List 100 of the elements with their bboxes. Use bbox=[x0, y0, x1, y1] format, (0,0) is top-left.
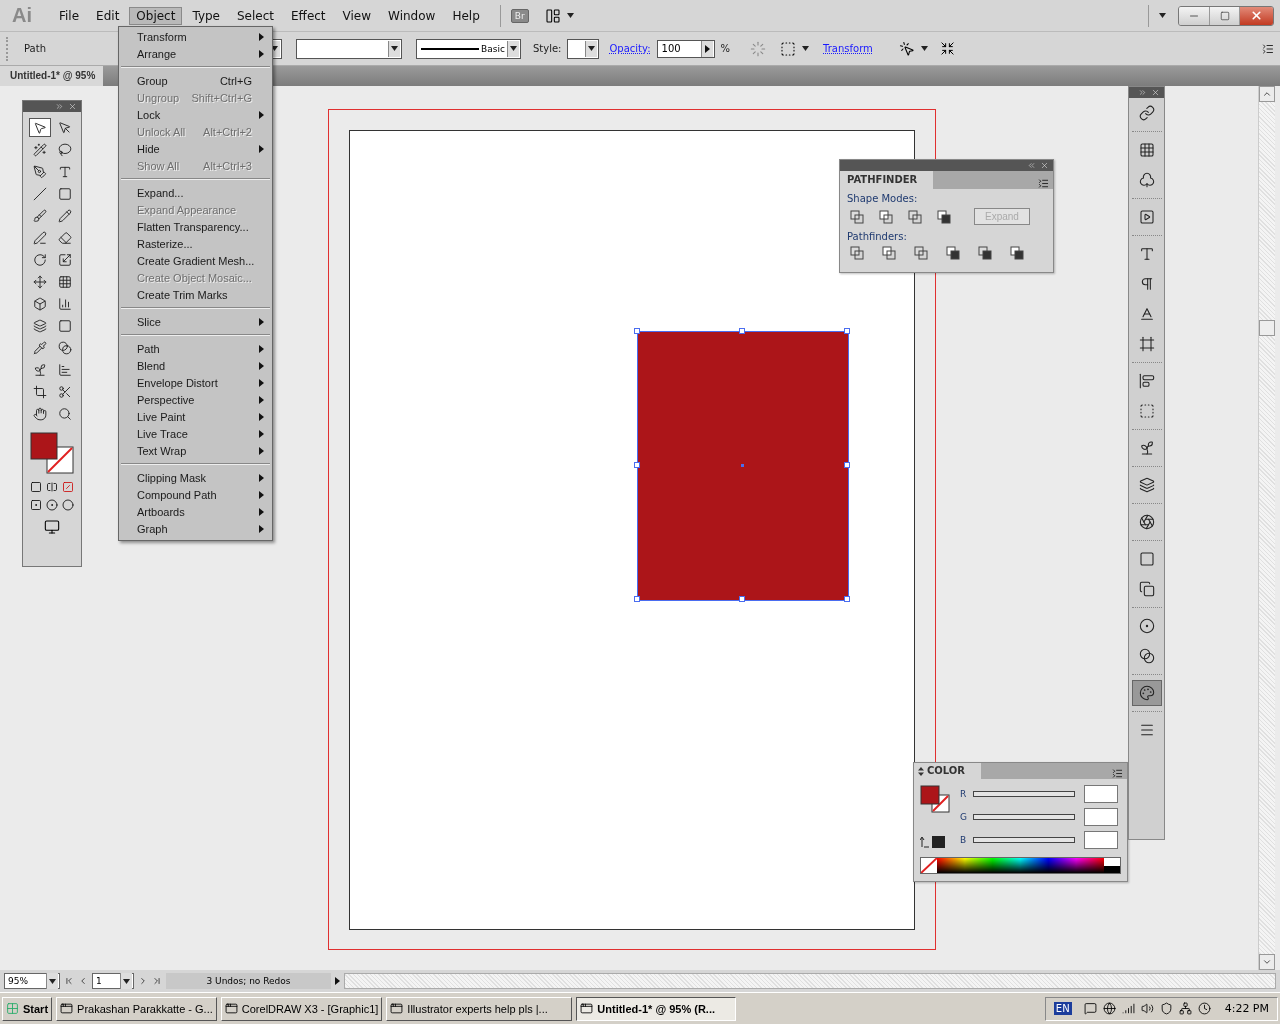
menu-item[interactable]: Edit bbox=[89, 6, 127, 25]
opacity-link[interactable]: Opacity: bbox=[609, 43, 651, 54]
notification-icon bbox=[1083, 1002, 1097, 1015]
selection-handle[interactable] bbox=[739, 596, 745, 602]
menu-entry[interactable]: Expand... bbox=[119, 184, 272, 201]
menu-entry[interactable]: Text Wrap bbox=[119, 442, 272, 459]
taskbar-button[interactable]: Untitled-1* @ 95% (R... bbox=[576, 996, 737, 1021]
menu-entry[interactable]: Arrange bbox=[119, 45, 272, 62]
blend-icon bbox=[57, 340, 72, 355]
selection-handle[interactable] bbox=[844, 596, 850, 602]
hand-icon bbox=[32, 406, 47, 421]
dock-button[interactable] bbox=[1131, 680, 1162, 706]
menu-entry[interactable]: Hide bbox=[119, 140, 272, 157]
selection-handle[interactable] bbox=[844, 462, 850, 468]
menu-item[interactable]: View bbox=[335, 6, 379, 25]
menu-entry[interactable]: Live Trace bbox=[119, 425, 272, 442]
menu-item[interactable]: Select bbox=[230, 6, 282, 25]
panel-tab[interactable]: PATHFINDER bbox=[840, 171, 934, 189]
tool-button[interactable] bbox=[28, 118, 51, 137]
menu-entry[interactable]: Rasterize... bbox=[119, 235, 272, 252]
next-artboard-icon bbox=[138, 976, 148, 986]
menu-entry[interactable]: Flatten Transparency... bbox=[119, 218, 272, 235]
fill-stroke-swatches-icon[interactable] bbox=[920, 785, 950, 813]
overlapping-squares-icon[interactable] bbox=[879, 209, 893, 224]
brush-icon bbox=[32, 208, 47, 223]
menu-item[interactable]: Window bbox=[381, 6, 443, 25]
zoom-icon bbox=[57, 406, 72, 421]
menu-entry[interactable]: Compound Path bbox=[119, 486, 272, 503]
overlapping-squares-icon[interactable] bbox=[937, 209, 951, 224]
channel-field[interactable] bbox=[1084, 808, 1118, 826]
last-color-swatch-icon[interactable] bbox=[920, 835, 946, 849]
eyedropper-icon bbox=[32, 340, 47, 355]
minimize-button[interactable] bbox=[1179, 6, 1209, 25]
taskbar-button[interactable]: Illustrator experts help pls |... bbox=[386, 996, 573, 1021]
app-icon bbox=[390, 1002, 404, 1015]
document-tab[interactable]: Untitled-1* @ 95% bbox=[0, 66, 104, 86]
menu-item[interactable]: File bbox=[52, 6, 87, 25]
panel-menu-icon bbox=[1112, 768, 1123, 779]
section-label: Shape Modes: bbox=[846, 192, 919, 204]
overlapping-squares-icon[interactable] bbox=[882, 246, 896, 260]
channel-field[interactable] bbox=[1084, 785, 1118, 803]
close-button[interactable] bbox=[1239, 6, 1273, 25]
selection-handle[interactable] bbox=[634, 596, 640, 602]
opacity-field[interactable]: 100 bbox=[656, 39, 715, 58]
zoom-field[interactable]: 95% bbox=[4, 973, 60, 989]
selection-handle[interactable] bbox=[634, 328, 640, 334]
artboard-icon bbox=[32, 384, 47, 399]
transform-link[interactable]: Transform bbox=[823, 43, 873, 54]
channel-field[interactable] bbox=[1084, 831, 1118, 849]
play-icon bbox=[1138, 209, 1155, 225]
selection-arrow-icon bbox=[32, 120, 47, 135]
menu-entry[interactable]: Artboards bbox=[119, 503, 272, 520]
artboard-field[interactable]: 1 bbox=[92, 973, 134, 989]
globe-icon bbox=[1102, 1002, 1116, 1015]
menu-item[interactable]: Object bbox=[129, 6, 183, 25]
menu-item[interactable]: Effect bbox=[284, 6, 333, 25]
none-swatch-icon[interactable] bbox=[921, 858, 937, 873]
fill-mode-icon bbox=[30, 481, 42, 493]
overlapping-squares-icon[interactable] bbox=[946, 246, 960, 260]
overlapping-squares-icon[interactable] bbox=[978, 246, 992, 260]
menu-entry[interactable]: Blend bbox=[119, 357, 272, 374]
app-icon bbox=[224, 1002, 238, 1015]
color-spectrum[interactable] bbox=[920, 857, 1121, 874]
selection-label: Path bbox=[24, 43, 46, 54]
scroll-thumb[interactable] bbox=[1259, 320, 1275, 336]
start-button[interactable]: Start bbox=[2, 996, 53, 1021]
maximize-button[interactable] bbox=[1209, 6, 1239, 25]
menu-item[interactable]: Type bbox=[185, 6, 227, 25]
selection-handle[interactable] bbox=[844, 328, 850, 334]
fill-stroke-swatches-icon[interactable] bbox=[29, 431, 75, 475]
menu-entry[interactable]: Group Ctrl+G bbox=[119, 72, 272, 89]
menu-entry[interactable]: Graph bbox=[119, 520, 272, 537]
menu-entry[interactable]: Slice bbox=[119, 313, 272, 330]
expand-arrows-icon[interactable] bbox=[918, 766, 924, 776]
stroke-profile-dropdown[interactable]: Basic bbox=[415, 38, 521, 59]
stroke-weight-dropdown[interactable] bbox=[295, 38, 402, 59]
selection-handle[interactable] bbox=[739, 328, 745, 334]
menu-entry[interactable]: Live Paint bbox=[119, 408, 272, 425]
vertical-scrollbar[interactable] bbox=[1258, 86, 1275, 970]
channel-label: G bbox=[960, 812, 968, 822]
menu-entry[interactable]: Perspective bbox=[119, 391, 272, 408]
taskbar-button[interactable]: Prakashan Parakkatte - G... bbox=[56, 996, 217, 1021]
horizontal-scrollbar[interactable] bbox=[344, 973, 1276, 989]
menu-entry[interactable]: Transform bbox=[119, 28, 272, 45]
selection-handle[interactable] bbox=[634, 462, 640, 468]
menu-entry[interactable]: Create Gradient Mesh... bbox=[119, 252, 272, 269]
menu-entry[interactable]: Path bbox=[119, 340, 272, 357]
menu-entry[interactable]: Create Trim Marks bbox=[119, 286, 272, 303]
taskbar-button[interactable]: CorelDRAW X3 - [Graphic1] bbox=[220, 996, 383, 1021]
menu-entry[interactable]: Clipping Mask bbox=[119, 469, 272, 486]
overlapping-squares-icon[interactable] bbox=[1010, 246, 1024, 260]
caret-icon bbox=[509, 46, 517, 51]
menu-item[interactable]: Help bbox=[445, 6, 487, 25]
app-icon bbox=[60, 1002, 74, 1015]
menu-entry[interactable]: Lock bbox=[119, 106, 272, 123]
menu-entry[interactable]: Envelope Distort bbox=[119, 374, 272, 391]
close-icon bbox=[1250, 9, 1263, 22]
language-indicator[interactable]: EN bbox=[1053, 1002, 1072, 1015]
percent-label: % bbox=[720, 43, 731, 54]
style-dropdown[interactable] bbox=[567, 38, 600, 59]
